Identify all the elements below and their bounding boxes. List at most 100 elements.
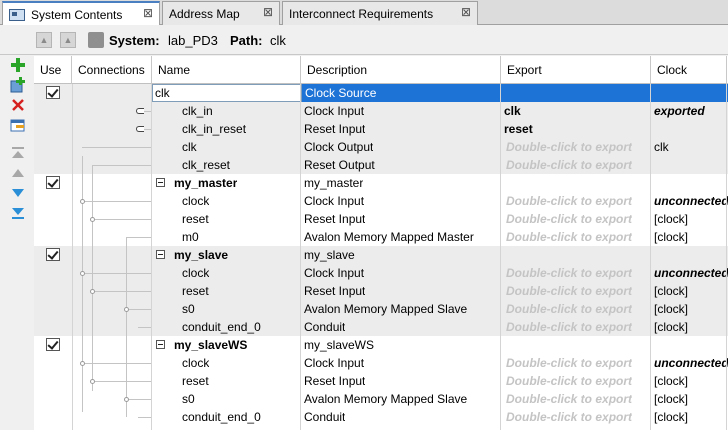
clock-cell[interactable]: [clock] xyxy=(654,282,688,300)
description-cell: Reset Input xyxy=(304,284,366,298)
collapse-icon[interactable] xyxy=(156,250,165,259)
column-divider xyxy=(726,84,727,430)
clock-cell[interactable]: [clock] xyxy=(654,228,688,246)
name-cell: reset xyxy=(182,212,209,226)
description-cell: my_slave xyxy=(304,248,355,262)
clock-cell[interactable]: [clock] xyxy=(654,300,688,318)
clock-cell[interactable]: unconnected xyxy=(654,192,728,210)
export-cell[interactable]: Double-click to export xyxy=(506,264,632,282)
export-port-icon[interactable] xyxy=(136,108,144,114)
export-cell[interactable]: Double-click to export xyxy=(506,408,632,426)
add-component-icon[interactable] xyxy=(10,77,26,93)
export-cell[interactable]: reset xyxy=(504,120,533,138)
move-bottom-icon[interactable] xyxy=(10,205,26,221)
description-cell: Conduit xyxy=(304,410,346,424)
remove-icon[interactable] xyxy=(10,97,26,113)
clock-cell[interactable]: [clock] xyxy=(654,318,688,336)
clock-cell[interactable]: [clock] xyxy=(654,390,688,408)
connection-wire xyxy=(82,147,152,148)
table-row[interactable]: my_slaveWS my_slaveWS xyxy=(34,336,728,354)
export-cell[interactable]: Double-click to export xyxy=(506,372,632,390)
name-cell: clock xyxy=(182,194,210,208)
clock-cell[interactable]: unconnected xyxy=(654,354,728,372)
column-divider xyxy=(300,84,301,430)
tab-interconnect-requirements[interactable]: Interconnect Requirements ⊠ xyxy=(282,1,478,25)
column-header-clock[interactable]: Clock xyxy=(651,56,727,84)
connection-wire xyxy=(138,417,152,418)
column-divider xyxy=(151,84,152,430)
export-cell[interactable]: Double-click to export xyxy=(506,282,632,300)
description-cell: Reset Input xyxy=(304,212,366,226)
export-cell[interactable]: Double-click to export xyxy=(506,138,632,156)
connection-wire xyxy=(126,237,152,238)
action-sidebar xyxy=(0,55,34,430)
move-top-icon[interactable] xyxy=(10,145,26,161)
description-cell: my_slaveWS xyxy=(304,338,375,352)
tab-system-contents[interactable]: System Contents ⊠ xyxy=(2,1,160,26)
table-row[interactable]: my_master my_master xyxy=(34,174,728,192)
connection-wire xyxy=(82,156,83,412)
move-top-icon[interactable]: ▲ xyxy=(36,32,52,48)
path-value: clk xyxy=(270,33,286,48)
export-cell[interactable]: Double-click to export xyxy=(506,156,632,174)
column-header-use[interactable]: Use xyxy=(34,56,72,84)
export-cell[interactable]: Double-click to export xyxy=(506,300,632,318)
system-label: System: xyxy=(109,33,160,48)
clock-cell[interactable]: [clock] xyxy=(654,408,688,426)
column-header-description[interactable]: Description xyxy=(301,56,501,84)
description-cell: Avalon Memory Mapped Slave xyxy=(304,302,468,316)
description-cell: Clock Source xyxy=(302,84,728,102)
use-checkbox[interactable] xyxy=(46,176,60,189)
clock-cell[interactable]: unconnected xyxy=(654,264,728,282)
description-cell: Clock Input xyxy=(304,194,365,208)
export-cell[interactable]: Double-click to export xyxy=(506,210,632,228)
add-icon[interactable] xyxy=(10,57,26,73)
description-cell: Reset Output xyxy=(304,158,375,172)
name-cell: reset xyxy=(182,374,209,388)
export-cell[interactable]: Double-click to export xyxy=(506,354,632,372)
close-icon[interactable]: ⊠ xyxy=(143,6,153,20)
tab-label: System Contents xyxy=(31,7,123,22)
description-cell: my_master xyxy=(304,176,364,190)
table-row[interactable]: my_slave my_slave xyxy=(34,246,728,264)
close-icon[interactable]: ⊠ xyxy=(263,5,273,19)
system-value: lab_PD3 xyxy=(168,33,218,48)
connection-wire xyxy=(85,363,152,364)
system-contents-table: clk Clock Source clk_in Clock Input clk … xyxy=(34,56,728,430)
connection-wire xyxy=(95,219,152,220)
move-down-icon[interactable] xyxy=(10,185,26,201)
export-cell[interactable]: clk xyxy=(504,102,521,120)
name-edit-field[interactable]: clk xyxy=(152,84,302,102)
clock-cell[interactable]: clk xyxy=(654,138,669,156)
move-up-icon[interactable]: ▲ xyxy=(60,32,76,48)
export-cell[interactable]: Double-click to export xyxy=(506,390,632,408)
move-up-icon[interactable] xyxy=(10,165,26,181)
clock-cell[interactable]: exported xyxy=(654,102,705,120)
close-icon[interactable]: ⊠ xyxy=(461,5,471,19)
table-row[interactable]: clk Clock Source xyxy=(34,84,728,102)
connection-wire xyxy=(92,165,93,391)
use-checkbox[interactable] xyxy=(46,86,60,99)
export-cell[interactable]: Double-click to export xyxy=(506,192,632,210)
description-cell: Reset Input xyxy=(304,374,366,388)
export-cell[interactable]: Double-click to export xyxy=(506,318,632,336)
export-port-icon[interactable] xyxy=(136,126,144,132)
path-label: Path: xyxy=(230,33,263,48)
clock-cell[interactable]: [clock] xyxy=(654,372,688,390)
connection-wire xyxy=(138,327,152,328)
name-cell: clock xyxy=(182,266,210,280)
column-header-export[interactable]: Export xyxy=(501,56,651,84)
clock-cell[interactable]: [clock] xyxy=(654,210,688,228)
use-checkbox[interactable] xyxy=(46,338,60,351)
collapse-icon[interactable] xyxy=(156,340,165,349)
column-header-connections[interactable]: Connections xyxy=(72,56,152,84)
edit-icon[interactable] xyxy=(10,117,26,133)
collapse-icon[interactable] xyxy=(156,178,165,187)
export-cell[interactable]: Double-click to export xyxy=(506,228,632,246)
name-cell: clk_in_reset xyxy=(182,122,247,136)
tab-address-map[interactable]: Address Map ⊠ xyxy=(162,1,280,25)
column-divider xyxy=(72,84,73,430)
column-header-name[interactable]: Name xyxy=(152,56,301,84)
use-checkbox[interactable] xyxy=(46,248,60,261)
description-cell: Clock Input xyxy=(304,266,365,280)
